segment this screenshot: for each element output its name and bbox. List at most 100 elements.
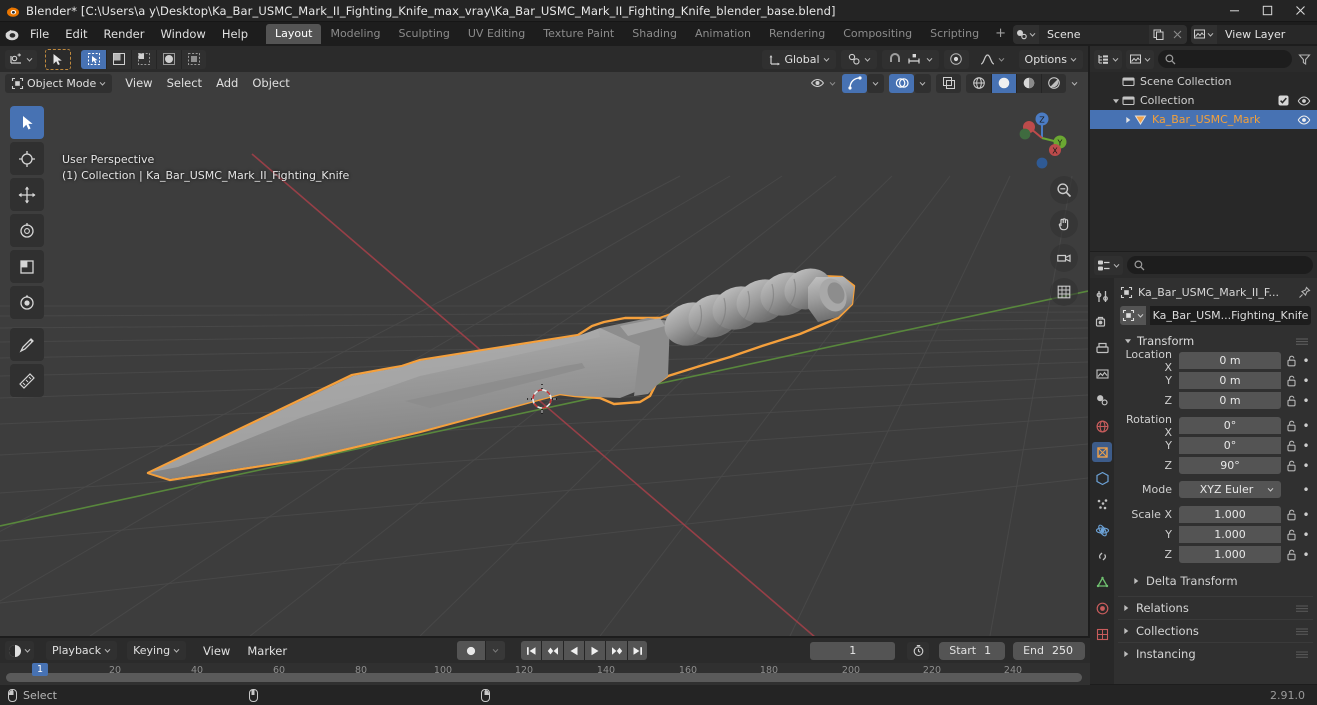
object-name-field[interactable]: Ka_Bar_USM...Fighting_Knife xyxy=(1120,306,1311,325)
timeline-editor[interactable]: Playback Keying View Marker 1 Start 1 En… xyxy=(0,638,1090,685)
relations-panel[interactable]: Relations xyxy=(1118,596,1313,619)
tab-scripting[interactable]: Scripting xyxy=(921,24,988,44)
delta-transform-panel[interactable]: Delta Transform xyxy=(1118,571,1313,591)
animate-location-y-icon[interactable]: • xyxy=(1301,374,1311,388)
timeline-playhead[interactable]: 1 xyxy=(31,663,49,676)
view-layer-icon[interactable] xyxy=(1190,24,1217,44)
lock-scale-z-icon[interactable] xyxy=(1284,549,1298,561)
animate-scale-x-icon[interactable]: • xyxy=(1301,508,1311,522)
options-button[interactable]: Options xyxy=(1018,49,1083,69)
tab-layout[interactable]: Layout xyxy=(266,24,322,44)
world-tab[interactable] xyxy=(1092,416,1112,436)
menu-help[interactable]: Help xyxy=(214,24,256,44)
transform-orientation-selector[interactable]: Global xyxy=(762,49,836,69)
snap-group[interactable] xyxy=(881,49,939,69)
physics-tab[interactable] xyxy=(1092,520,1112,540)
start-value[interactable]: 1 xyxy=(984,642,1005,660)
outliner-row-scene-collection[interactable]: Scene Collection xyxy=(1090,72,1317,91)
location-x-field[interactable]: 0 m xyxy=(1179,352,1281,369)
editor-type-selector[interactable] xyxy=(5,49,37,69)
constraints-tab[interactable] xyxy=(1092,546,1112,566)
3d-viewport[interactable]: Global Options Object Mode View Select A… xyxy=(0,46,1088,636)
tool-tab[interactable] xyxy=(1092,286,1112,306)
circle-select-icon[interactable] xyxy=(156,49,181,69)
use-preview-range-icon[interactable] xyxy=(907,641,930,660)
filter-icon[interactable] xyxy=(1296,53,1313,66)
minimize-button[interactable] xyxy=(1218,0,1251,22)
viewport-menu-object[interactable]: Object xyxy=(245,74,296,93)
timeline-editor-type-selector[interactable] xyxy=(5,641,34,660)
wireframe-shading-icon[interactable] xyxy=(966,73,991,93)
scale-y-field[interactable]: 1.000 xyxy=(1179,526,1281,543)
frame-start-field[interactable]: Start 1 xyxy=(939,641,1006,660)
timeline-strip[interactable]: 20 40 60 80 100 120 140 160 180 200 220 … xyxy=(0,663,1090,685)
lock-rotation-x-icon[interactable] xyxy=(1284,420,1298,432)
jump-to-prev-keyframe-icon[interactable] xyxy=(541,641,564,660)
instancing-panel[interactable]: Instancing xyxy=(1118,642,1313,665)
pin-icon[interactable] xyxy=(1298,286,1311,299)
menu-edit[interactable]: Edit xyxy=(57,24,95,44)
exclude-checkbox[interactable] xyxy=(1278,95,1289,106)
properties-editor[interactable]: Ka_Bar_USMC_Mark_II_F... Ka_Bar_USM...Fi… xyxy=(1090,252,1317,684)
jump-to-next-keyframe-icon[interactable] xyxy=(605,641,628,660)
maximize-button[interactable] xyxy=(1251,0,1284,22)
blender-menu-icon[interactable] xyxy=(4,24,20,44)
timeline-menu-playback[interactable]: Playback xyxy=(46,641,118,660)
properties-search-input[interactable] xyxy=(1127,256,1313,274)
texture-tab[interactable] xyxy=(1092,624,1112,644)
properties-editor-type-selector[interactable] xyxy=(1094,255,1123,275)
lasso-select-icon[interactable] xyxy=(181,49,206,69)
object-name-value[interactable]: Ka_Bar_USM...Fighting_Knife xyxy=(1150,306,1311,325)
view-layer-selector[interactable]: View Layer xyxy=(1190,24,1317,44)
snap-to-icon[interactable] xyxy=(907,52,921,66)
move-tool[interactable] xyxy=(10,178,44,211)
hide-in-viewport-icon[interactable] xyxy=(1297,114,1311,126)
output-tab[interactable] xyxy=(1092,338,1112,358)
tab-texture-paint[interactable]: Texture Paint xyxy=(534,24,623,44)
scene-selector[interactable]: Scene xyxy=(1012,24,1187,44)
material-preview-shading-icon[interactable] xyxy=(1016,73,1041,93)
viewport-menu-select[interactable]: Select xyxy=(160,74,209,93)
animate-location-z-icon[interactable]: • xyxy=(1301,394,1311,408)
tweak-select-icon[interactable] xyxy=(81,49,106,69)
rotation-mode-dropdown[interactable]: XYZ Euler xyxy=(1179,481,1281,498)
current-frame-field[interactable]: 1 xyxy=(810,641,896,660)
jump-to-start-icon[interactable] xyxy=(521,641,542,660)
new-scene-button[interactable] xyxy=(1148,24,1168,44)
transform-tool[interactable] xyxy=(10,286,44,319)
lock-location-y-icon[interactable] xyxy=(1284,375,1298,387)
outliner-search-input[interactable] xyxy=(1158,50,1292,68)
add-workspace-button[interactable]: + xyxy=(988,24,1013,44)
annotate-tool[interactable] xyxy=(10,328,44,361)
proportional-editing-toggle[interactable] xyxy=(943,49,969,69)
scene-name[interactable]: Scene xyxy=(1038,24,1149,44)
scene-icon[interactable] xyxy=(1012,24,1039,44)
outliner-row-object[interactable]: Ka_Bar_USMC_Mark xyxy=(1090,110,1317,129)
close-button[interactable] xyxy=(1284,0,1317,22)
rotation-z-field[interactable]: 90° xyxy=(1179,457,1281,474)
object-type-visibility-selector[interactable] xyxy=(804,74,842,93)
timeline-menu-keying[interactable]: Keying xyxy=(127,641,187,660)
tab-modeling[interactable]: Modeling xyxy=(321,24,389,44)
outliner-row-collection[interactable]: Collection xyxy=(1090,91,1317,110)
camera-view-icon[interactable] xyxy=(1050,244,1078,272)
overlay-options-dropdown[interactable] xyxy=(914,73,931,93)
tab-animation[interactable]: Animation xyxy=(686,24,760,44)
scene-tab[interactable] xyxy=(1092,390,1112,410)
scale-z-field[interactable]: 1.000 xyxy=(1179,546,1281,563)
scale-tool[interactable] xyxy=(10,250,44,283)
gizmo-options-dropdown[interactable] xyxy=(867,73,884,93)
frame-end-field[interactable]: End 250 xyxy=(1013,641,1086,660)
timeline-menu-marker[interactable]: Marker xyxy=(240,641,294,660)
animate-rotation-y-icon[interactable]: • xyxy=(1301,439,1311,453)
lock-scale-x-icon[interactable] xyxy=(1284,509,1298,521)
menu-window[interactable]: Window xyxy=(152,24,213,44)
cursor-tool[interactable] xyxy=(10,142,44,175)
auto-keying-icon[interactable] xyxy=(457,641,486,660)
outliner-editor-type-selector[interactable] xyxy=(1094,49,1122,69)
snap-pivot-selector[interactable] xyxy=(840,49,877,69)
select-box-tool[interactable] xyxy=(10,106,44,139)
particles-tab[interactable] xyxy=(1092,494,1112,514)
tab-sculpting[interactable]: Sculpting xyxy=(390,24,459,44)
timeline-menu-view[interactable]: View xyxy=(196,641,237,660)
